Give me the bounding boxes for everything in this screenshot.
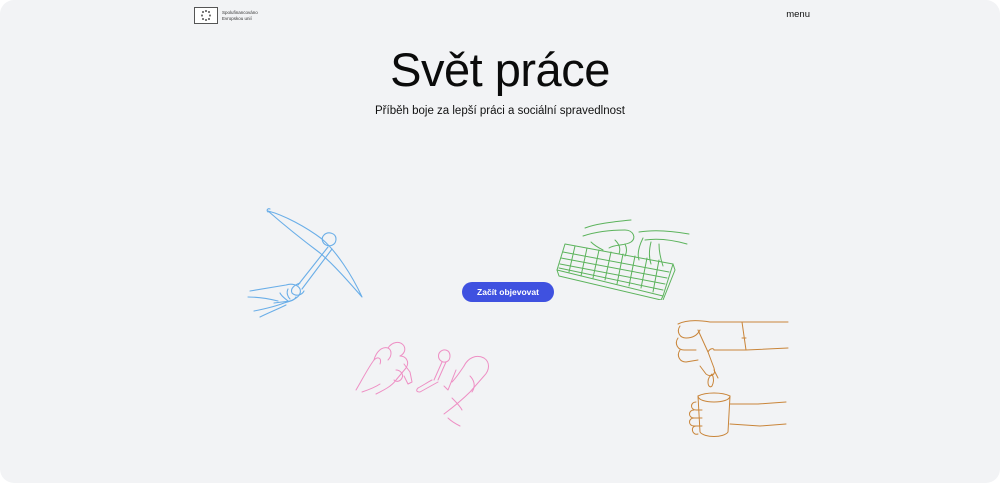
eu-cofunding-text: Spolufinancováno Evropskou unií bbox=[222, 10, 282, 21]
page-title: Svět práce bbox=[390, 43, 610, 96]
keyboard-hands-icon bbox=[556, 219, 690, 300]
page-subtitle: Příběh boje za lepší práci a sociální sp… bbox=[375, 105, 625, 117]
menu-button[interactable]: menu bbox=[786, 9, 810, 20]
eu-text-line2: Evropskou unií bbox=[222, 15, 252, 21]
pouring-cup-icon bbox=[675, 320, 789, 437]
page-frame: Spolufinancováno Evropskou unií menu Svě… bbox=[0, 0, 1000, 483]
tools-hands-icon bbox=[355, 341, 489, 427]
pickaxe-hand-icon bbox=[247, 208, 363, 318]
start-exploring-button[interactable]: Začít objevovat bbox=[462, 282, 554, 302]
eu-flag-icon bbox=[194, 7, 218, 24]
eu-cofunding-badge: Spolufinancováno Evropskou unií bbox=[194, 7, 282, 24]
